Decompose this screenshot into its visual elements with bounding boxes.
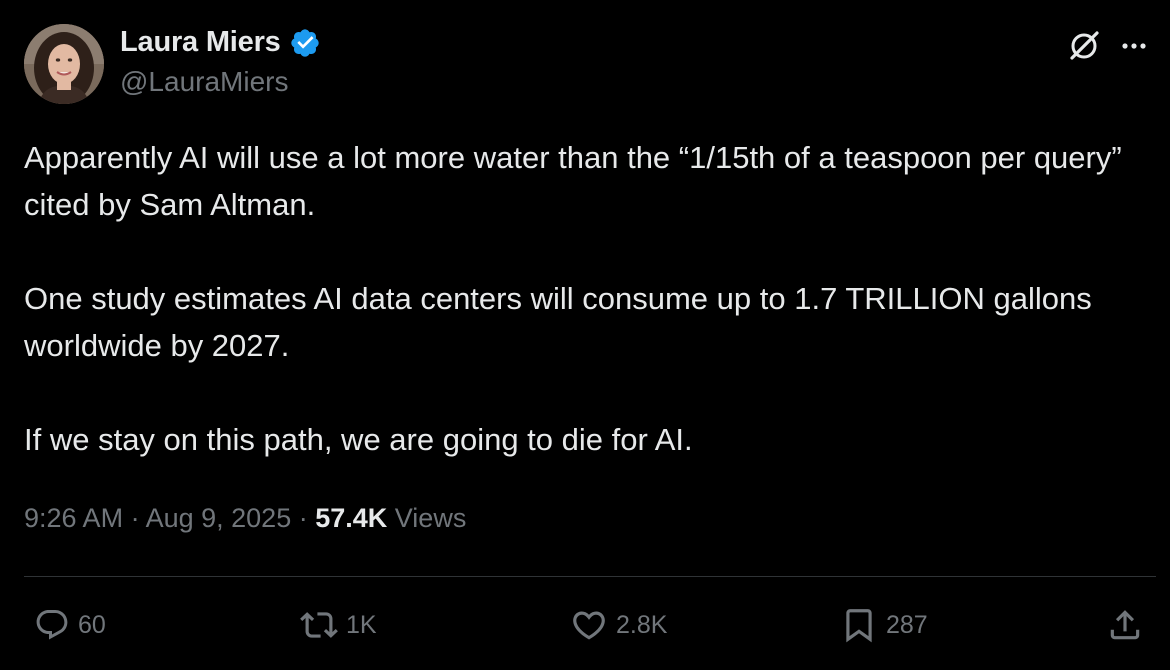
- bookmark-button[interactable]: 287: [840, 604, 928, 646]
- share-icon: [1110, 610, 1140, 640]
- reply-icon: [36, 610, 68, 640]
- more-horizontal-icon[interactable]: [1116, 28, 1152, 64]
- divider: [24, 576, 1156, 577]
- tweet-date[interactable]: Aug 9, 2025: [146, 503, 292, 533]
- repost-count: 1K: [346, 610, 377, 639]
- meta-separator: ·: [123, 503, 146, 533]
- verified-badge-icon[interactable]: [289, 27, 321, 59]
- repost-icon: [300, 612, 338, 638]
- bookmark-icon: [846, 609, 872, 643]
- heart-icon: [573, 611, 605, 640]
- author-name-row: Laura Miers: [120, 26, 321, 59]
- tweet-paragraph: One study estimates AI data centers will…: [24, 281, 1092, 363]
- share-button[interactable]: [1106, 604, 1144, 646]
- tweet-card: Laura Miers @LauraMiers Apparently AI wi…: [0, 0, 1170, 670]
- display-name[interactable]: Laura Miers: [120, 26, 281, 59]
- bookmark-count: 287: [886, 610, 928, 639]
- tweet-text: Apparently AI will use a lot more water …: [24, 134, 1134, 463]
- like-button[interactable]: 2.8K: [570, 604, 667, 646]
- reply-button[interactable]: 60: [34, 604, 106, 646]
- views-count: 57.4K: [315, 503, 388, 533]
- author-handle[interactable]: @LauraMiers: [120, 66, 288, 98]
- tweet-meta: 9:26 AM · Aug 9, 2025 · 57.4K Views: [24, 503, 466, 534]
- tweet-time[interactable]: 9:26 AM: [24, 503, 123, 533]
- avatar-image: [24, 24, 104, 104]
- views-label: Views: [387, 503, 467, 533]
- avatar[interactable]: [24, 24, 104, 104]
- reply-count: 60: [78, 610, 106, 639]
- tweet-paragraph: If we stay on this path, we are going to…: [24, 422, 693, 457]
- like-count: 2.8K: [616, 610, 668, 639]
- repost-button[interactable]: 1K: [300, 604, 377, 646]
- tweet-paragraph: Apparently AI will use a lot more water …: [24, 140, 1122, 222]
- grok-icon[interactable]: [1066, 28, 1102, 64]
- meta-separator: ·: [291, 503, 316, 533]
